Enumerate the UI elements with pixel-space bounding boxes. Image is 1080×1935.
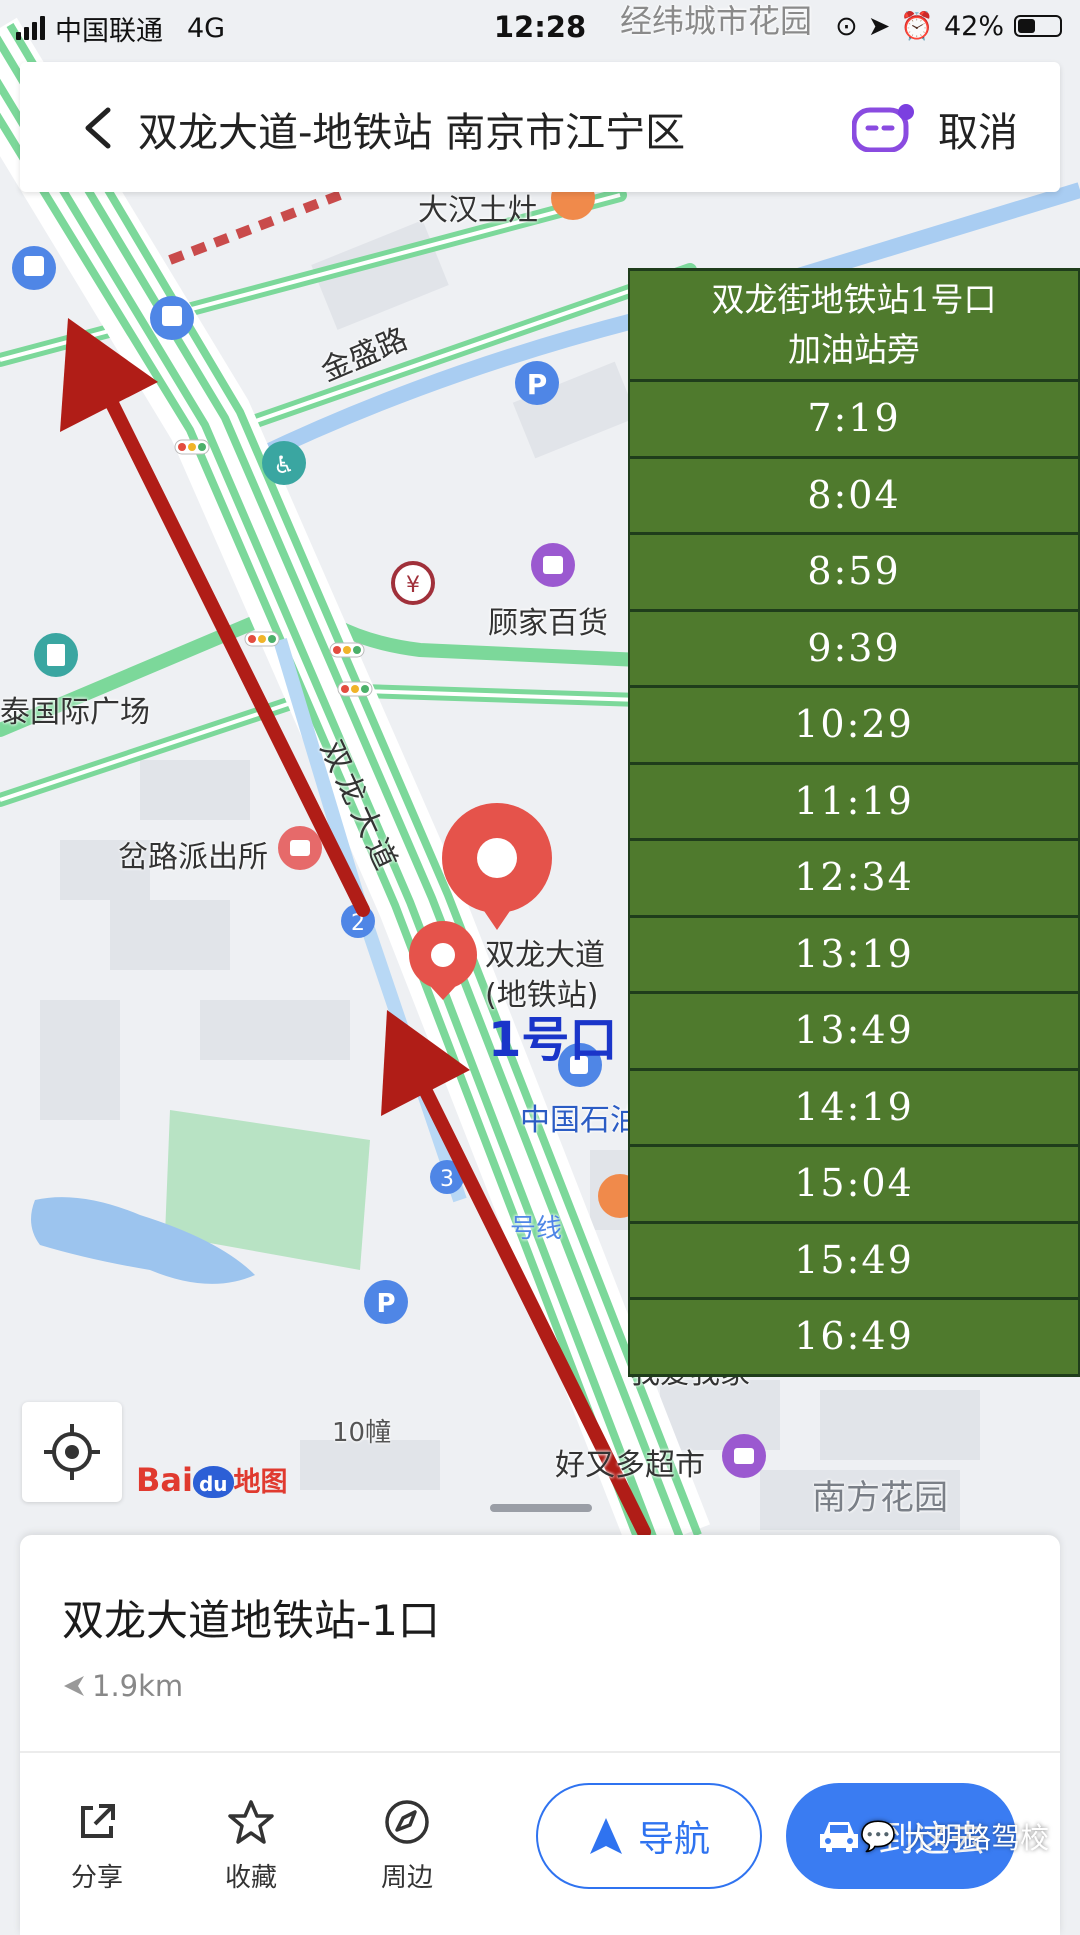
svg-text:♿: ♿ — [273, 451, 295, 479]
car-icon — [819, 1822, 858, 1852]
schedule-time: 12:34 — [630, 841, 1078, 915]
chevron-left-icon — [85, 107, 111, 149]
compass-icon — [385, 1800, 429, 1844]
battery-icon — [1014, 15, 1062, 37]
schedule-header-line-2: 加油站旁 — [788, 330, 920, 369]
nearby-button[interactable]: 周边 — [352, 1797, 462, 1894]
wechat-icon: 💬 — [860, 1818, 897, 1853]
schedule-time: 13:19 — [630, 917, 1078, 991]
locate-me-button[interactable] — [22, 1402, 122, 1502]
svg-text:P: P — [376, 1289, 395, 1319]
favorite-label: 收藏 — [224, 1863, 277, 1893]
navigate-button[interactable]: 导航 — [536, 1783, 762, 1889]
schedule-time: 10:29 — [630, 688, 1078, 762]
map-label-metro-line: 号线 — [510, 1214, 563, 1244]
nearby-label: 周边 — [380, 1863, 433, 1893]
schedule-header: 双龙街地铁站1号口 加油站旁 — [630, 271, 1078, 379]
pin-name-line-1[interactable]: 双龙大道 — [485, 930, 605, 974]
rotation-lock-icon: ⊙ — [835, 10, 858, 42]
schedule-time: 16:49 — [630, 1300, 1078, 1374]
distance-value: 1.9km — [92, 1669, 184, 1703]
map-label-garden: 南方花园 — [812, 1478, 948, 1518]
schedule-time: 8:04 — [630, 458, 1078, 532]
exit-3-label: 3 — [440, 1167, 454, 1192]
schedule-time: 13:49 — [630, 994, 1078, 1068]
schedule-header-line-1: 双龙街地铁站1号口 — [711, 280, 997, 319]
map-label-police[interactable]: 岔路派出所 — [118, 832, 268, 876]
svg-text:P: P — [527, 368, 548, 401]
location-arrow-icon: ➤ — [867, 10, 891, 42]
map-label-building: 10幢 — [332, 1418, 392, 1448]
schedule-time: 14:19 — [630, 1070, 1078, 1144]
schedule-time: 15:49 — [630, 1223, 1078, 1297]
schedule-time: 8:59 — [630, 535, 1078, 609]
status-bar: 中国联通 4G 12:28 ⊙ ➤ ⏰ 42% — [0, 0, 1080, 56]
share-icon — [81, 1804, 115, 1838]
schedule-time: 9:39 — [630, 611, 1078, 685]
bus-stop-icon — [12, 246, 56, 290]
watermark: 💬 大明路驾校 — [860, 1815, 1049, 1857]
schedule-time: 7:19 — [630, 382, 1078, 456]
place-title: 双龙大道地铁站-1口 — [62, 1596, 440, 1645]
watermark-text: 大明路驾校 — [904, 1821, 1050, 1855]
bus-schedule-table: 双龙街地铁站1号口 加油站旁 7:19 8:04 8:59 9:39 10:29… — [628, 268, 1080, 1377]
cancel-button[interactable]: 取消 — [938, 100, 1018, 158]
navigation-arrow-icon — [589, 1818, 622, 1854]
alarm-icon: ⏰ — [900, 11, 934, 42]
search-header: 双龙大道-地铁站 南京市江宁区 取消 — [20, 62, 1060, 192]
exit-annotation: 1号口 — [488, 1012, 618, 1068]
navigate-label: 导航 — [637, 1819, 710, 1860]
schedule-time: 11:19 — [630, 764, 1078, 838]
schedule-time: 15:04 — [630, 1147, 1078, 1221]
search-query[interactable]: 双龙大道-地铁站 南京市江宁区 — [138, 100, 685, 158]
share-label: 分享 — [70, 1863, 123, 1893]
voice-assistant-icon[interactable] — [851, 104, 914, 153]
map-label-plaza[interactable]: 泰国际广场 — [0, 687, 150, 731]
battery-percent: 42% — [943, 10, 1004, 42]
sheet-drag-handle[interactable] — [490, 1504, 592, 1512]
divider — [20, 1751, 1060, 1753]
share-button[interactable]: 分享 — [42, 1797, 152, 1894]
favorite-button[interactable]: 收藏 — [196, 1797, 306, 1894]
back-button[interactable] — [70, 98, 130, 158]
svg-text:¥: ¥ — [406, 573, 420, 598]
place-detail-sheet: 双龙大道地铁站-1口 1.9km 分享 收藏 周边 导航 到这去 — [20, 1535, 1060, 1935]
map-label-store[interactable]: 顾家百货 — [488, 598, 608, 642]
map-label-gas-station[interactable]: 中国石油 — [520, 1095, 640, 1139]
map-label-supermarket[interactable]: 好又多超市 — [555, 1440, 705, 1484]
baidu-map-logo: Bai du 地图 — [136, 1461, 288, 1499]
crosshair-icon — [44, 1424, 100, 1480]
direction-arrow-icon — [64, 1676, 84, 1696]
star-icon — [228, 1800, 274, 1844]
place-distance: 1.9km — [62, 1669, 183, 1703]
